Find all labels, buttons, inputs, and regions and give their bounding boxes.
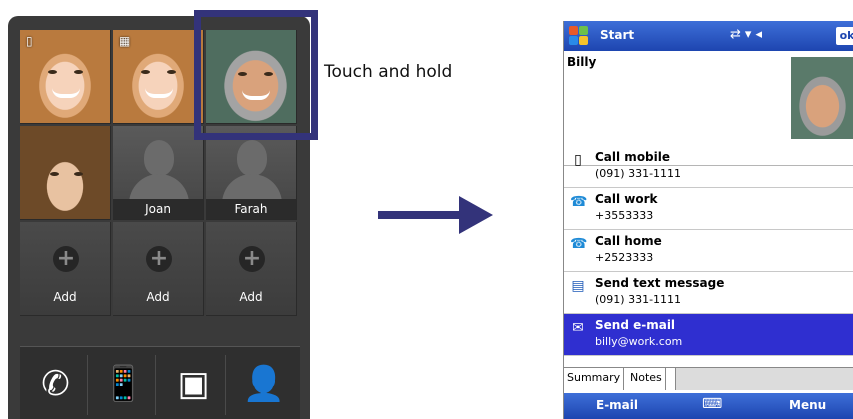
call-mobile-action[interactable]: ▯ Call mobile (091) 331-1111 xyxy=(564,146,853,188)
signal-icon: ▾ xyxy=(744,27,756,42)
phone-sim-icon: ▯ xyxy=(26,34,33,48)
sim-card-icon: ▦ xyxy=(119,34,131,48)
status-icons: ⇄▾◂ xyxy=(730,27,766,42)
add-favorite-button[interactable]: + Add xyxy=(20,222,111,316)
favorite-contact-4[interactable] xyxy=(20,126,111,220)
favorite-contact-1[interactable]: ▯ xyxy=(20,30,111,124)
tab-bar: Summary Notes xyxy=(564,367,853,390)
action-title: Call work xyxy=(595,192,658,206)
contact-photo xyxy=(20,126,110,219)
add-favorite-button[interactable]: + Add xyxy=(206,222,297,316)
touch-and-hold-label: Touch and hold xyxy=(324,62,453,82)
mobile-phone-icon: ▯ xyxy=(574,152,582,168)
keyboard-icon[interactable]: ⌨ xyxy=(702,396,722,412)
contact-name-label: Joan xyxy=(113,199,203,219)
favorite-contact-joan[interactable]: Joan xyxy=(113,126,204,220)
add-label: Add xyxy=(239,290,263,304)
selected-contact-highlight xyxy=(194,10,318,140)
windows-start-icon[interactable] xyxy=(569,26,589,46)
bottom-dock: ✆ 📱 ▣ 👤 xyxy=(20,346,300,419)
action-value: (091) 331-1111 xyxy=(595,167,682,180)
call-work-action[interactable]: ☎ Call work +3553333 xyxy=(564,188,853,230)
add-label: Add xyxy=(53,290,77,304)
action-value: +3553333 xyxy=(595,209,654,222)
plus-icon: + xyxy=(146,246,172,272)
action-title: Call home xyxy=(595,234,662,248)
action-value: +2523333 xyxy=(595,251,654,264)
plus-icon: + xyxy=(53,246,79,272)
silhouette-icon xyxy=(237,140,267,176)
sync-icon: ⇄ xyxy=(730,27,745,42)
tab-summary[interactable]: Summary xyxy=(564,368,625,390)
title-text: Start xyxy=(600,28,635,42)
plus-icon: + xyxy=(239,246,265,272)
action-value: billy@work.com xyxy=(595,335,683,348)
add-label: Add xyxy=(146,290,170,304)
softkey-bar: E-mail ⌨ Menu xyxy=(564,393,853,419)
contact-card-icon[interactable]: ▣ xyxy=(162,355,226,415)
email-softkey[interactable]: E-mail xyxy=(596,398,638,412)
action-title: Send text message xyxy=(595,276,725,290)
contact-details-screen: Start ⇄▾◂ ok Billy ▯ Call mobile (091) 3… xyxy=(563,21,853,419)
call-home-action[interactable]: ☎ Call home +2523333 xyxy=(564,230,853,272)
send-email-action[interactable]: ✉ Send e-mail billy@work.com xyxy=(564,314,853,356)
arrow-head-icon xyxy=(459,196,493,234)
phone-icon[interactable]: ✆ xyxy=(24,355,88,415)
ok-button[interactable]: ok xyxy=(836,27,853,45)
contact-name-label: Farah xyxy=(206,199,296,219)
remove-contact-icon[interactable]: 👤 xyxy=(232,355,296,415)
tab-notes[interactable]: Notes xyxy=(627,368,666,390)
action-title: Send e-mail xyxy=(595,318,676,332)
send-text-message-action[interactable]: ▤ Send text message (091) 331-1111 xyxy=(564,272,853,314)
phone-device-icon[interactable]: 📱 xyxy=(92,355,156,415)
favorite-contact-farah[interactable]: Farah xyxy=(206,126,297,220)
contact-photo xyxy=(791,57,853,139)
home-phone-icon: ☎ xyxy=(570,236,588,252)
contact-photo xyxy=(20,30,110,123)
action-title: Call mobile xyxy=(595,150,671,164)
title-bar: Start ⇄▾◂ ok xyxy=(564,21,853,51)
menu-softkey[interactable]: Menu xyxy=(789,398,826,412)
work-phone-icon: ☎ xyxy=(570,194,588,210)
silhouette-icon xyxy=(144,140,174,176)
arrow-icon xyxy=(378,211,462,219)
email-icon: ✉ xyxy=(572,320,584,336)
volume-icon: ◂ xyxy=(755,27,766,42)
contact-name: Billy xyxy=(567,55,597,69)
add-favorite-button[interactable]: + Add xyxy=(113,222,204,316)
favorite-contact-2[interactable]: ▦ xyxy=(113,30,204,124)
text-message-icon: ▤ xyxy=(571,278,585,294)
action-value: (091) 331-1111 xyxy=(595,293,682,306)
